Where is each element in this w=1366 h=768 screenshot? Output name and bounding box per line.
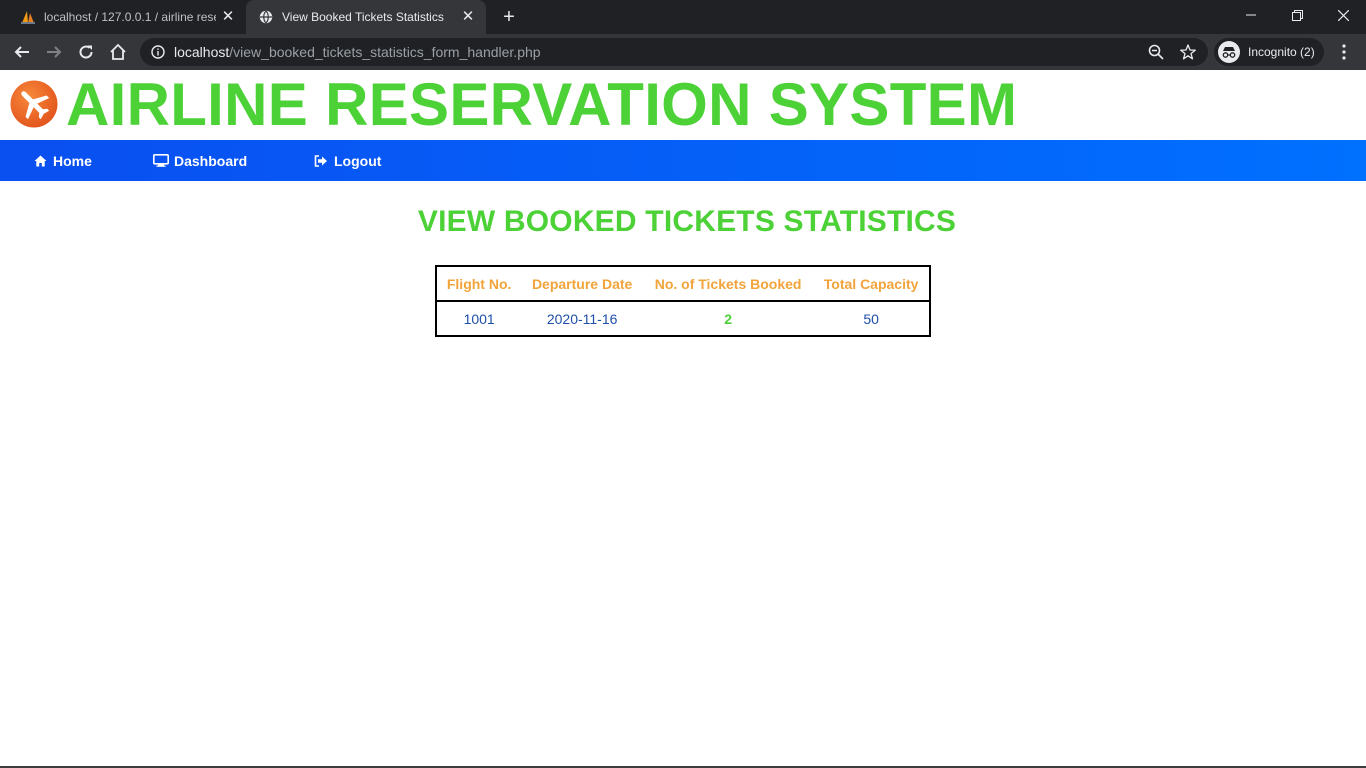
- sign-out-icon: [313, 154, 329, 168]
- minimize-icon[interactable]: [1228, 0, 1274, 30]
- column-header-flight-no: Flight No.: [436, 266, 522, 302]
- nav-label: Home: [53, 152, 92, 169]
- info-icon[interactable]: [150, 44, 166, 60]
- home-button-icon[interactable]: [104, 38, 132, 66]
- nav-logout-link[interactable]: Logout: [313, 140, 381, 181]
- incognito-icon: [1218, 41, 1240, 63]
- table-header-row: Flight No. Departure Date No. of Tickets…: [436, 266, 930, 302]
- page-title: VIEW BOOKED TICKETS STATISTICS: [417, 205, 957, 238]
- column-header-total-capacity: Total Capacity: [813, 266, 930, 302]
- site-header: AIRLINE RESERVATION SYSTEM: [0, 70, 1366, 140]
- tab-title: localhost / 127.0.0.1 / airline rese: [44, 10, 216, 24]
- page-content: AIRLINE RESERVATION SYSTEM Home Dashboar…: [0, 70, 1366, 768]
- desktop-icon: [153, 154, 169, 168]
- close-icon[interactable]: ✕: [460, 9, 476, 25]
- airplane-logo-icon: [10, 80, 58, 128]
- nav-label: Logout: [334, 152, 382, 169]
- browser-tabstrip: localhost / 127.0.0.1 / airline rese ✕ V…: [0, 0, 1366, 34]
- browser-tab-active[interactable]: View Booked Tickets Statistics ✕: [246, 0, 486, 34]
- forward-arrow-icon[interactable]: [40, 38, 68, 66]
- address-bar[interactable]: localhost/view_booked_tickets_statistics…: [140, 38, 1208, 66]
- globe-icon: [258, 9, 274, 25]
- cell-total-capacity: 50: [863, 310, 879, 327]
- restore-icon[interactable]: [1274, 0, 1320, 30]
- new-tab-button[interactable]: +: [498, 6, 520, 28]
- nav-home-link[interactable]: Home: [32, 140, 92, 181]
- incognito-label: Incognito (2): [1248, 45, 1315, 59]
- url-path: /view_booked_tickets_statistics_form_han…: [229, 44, 541, 60]
- zoom-out-icon[interactable]: [1142, 38, 1170, 66]
- bookmark-star-icon[interactable]: [1174, 38, 1202, 66]
- cell-flight-no: 1001: [463, 310, 495, 327]
- back-arrow-icon[interactable]: [8, 38, 36, 66]
- table-row: 1001 2020-11-16 2 50: [436, 301, 930, 336]
- column-header-departure-date: Departure Date: [521, 266, 643, 302]
- column-header-tickets-booked: No. of Tickets Booked: [642, 266, 814, 302]
- phpmyadmin-sail-icon: [20, 9, 36, 25]
- site-title: AIRLINE RESERVATION SYSTEM: [66, 71, 1018, 138]
- cell-tickets-booked: 2: [724, 310, 732, 327]
- nav-dashboard-link[interactable]: Dashboard: [153, 140, 247, 181]
- window-close-icon[interactable]: [1320, 0, 1366, 30]
- reload-icon[interactable]: [72, 38, 100, 66]
- url-host: localhost: [174, 44, 230, 60]
- main-navbar: Home Dashboard Logout: [0, 140, 1366, 181]
- booked-tickets-table: Flight No. Departure Date No. of Tickets…: [435, 265, 931, 337]
- cell-departure-date: 2020-11-16: [546, 310, 618, 327]
- browser-toolbar: localhost/view_booked_tickets_statistics…: [0, 34, 1366, 70]
- home-icon: [32, 154, 48, 168]
- incognito-indicator[interactable]: Incognito (2): [1214, 38, 1324, 66]
- more-menu-icon[interactable]: [1332, 38, 1356, 66]
- nav-label: Dashboard: [174, 152, 248, 169]
- browser-tab[interactable]: localhost / 127.0.0.1 / airline rese ✕: [8, 0, 246, 34]
- tab-title: View Booked Tickets Statistics: [282, 10, 444, 24]
- close-icon[interactable]: ✕: [220, 9, 236, 25]
